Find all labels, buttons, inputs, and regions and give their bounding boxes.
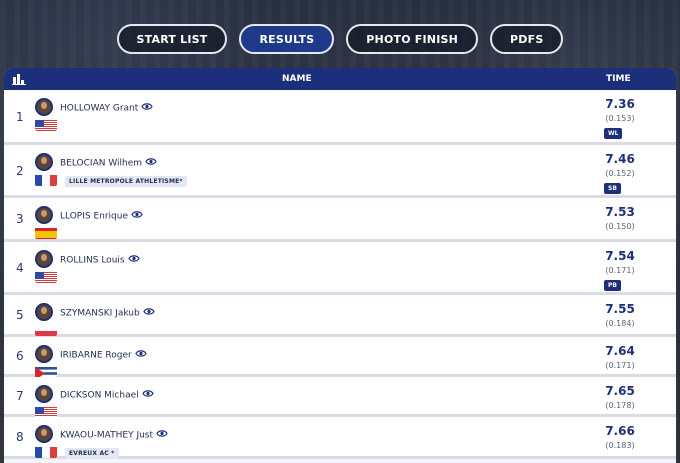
country-flag-icon (35, 323, 57, 336)
result-time: 7.54 (605, 249, 635, 263)
table-row[interactable]: 8 KWAOU-MATHEY Just EVREUX AC * 7.66 (0.183) (4, 417, 676, 459)
country-flag-icon (35, 173, 57, 186)
rank: 6 (16, 349, 24, 363)
reaction-time: (0.153) (605, 114, 635, 123)
athlete-avatar (35, 98, 53, 116)
athlete-name[interactable]: DICKSON Michael (60, 389, 154, 401)
athlete-name[interactable]: ROLLINS Louis (60, 254, 140, 266)
athlete-avatar (35, 425, 53, 443)
athlete-name[interactable]: BELOCIAN Wilhem (60, 157, 157, 169)
record-badge: WL (604, 128, 623, 139)
reaction-time: (0.152) (605, 169, 635, 178)
tab-photo-finish[interactable]: PHOTO FINISH (346, 24, 479, 54)
table-row[interactable]: 2 BELOCIAN Wilhem LILLE METROPOLE ATHLETIS… (4, 145, 676, 198)
country-flag-icon (35, 270, 57, 283)
athlete-avatar (35, 206, 53, 224)
rank: 5 (16, 308, 24, 322)
athlete-name-label: DICKSON Michael (60, 390, 139, 401)
eye-icon[interactable] (142, 307, 155, 319)
athlete-name[interactable]: SZYMANSKI Jakub (60, 307, 155, 319)
reaction-time: (0.184) (605, 319, 635, 328)
result-time: 7.65 (605, 384, 635, 398)
table-row[interactable]: 4 ROLLINS Louis 7.54 (0.171) PB (4, 242, 676, 295)
athlete-name-label: BELOCIAN Wilhem (60, 158, 143, 169)
table-row[interactable]: 7 DICKSON Michael 7.65 (0.178) (4, 377, 676, 418)
result-time: 7.46 (605, 152, 635, 166)
club-badge: LILLE METROPOLE ATHLETISME* (65, 176, 187, 187)
results-table: NAME TIME 1 HOLLOWAY Grant 7.36 (0.153) WL 2 B… (4, 68, 676, 463)
eye-icon[interactable] (127, 254, 140, 266)
column-header-name: NAME (282, 74, 312, 84)
rank: 2 (16, 164, 24, 178)
record-badge: PB (604, 280, 621, 291)
eye-icon[interactable] (141, 102, 153, 114)
athlete-name[interactable]: KWAOU-MATHEY Just (60, 429, 168, 441)
reaction-time: (0.183) (605, 441, 635, 450)
rank: 4 (16, 261, 24, 275)
athlete-name[interactable]: LLOPIS Enrique (60, 210, 143, 222)
reaction-time: (0.178) (605, 401, 635, 410)
athlete-name[interactable]: HOLLOWAY Grant (60, 102, 153, 114)
bar-chart-icon[interactable] (12, 73, 26, 88)
eye-icon[interactable] (145, 157, 157, 169)
athlete-name[interactable]: IRIBARNE Roger (60, 349, 147, 361)
reaction-time: (0.150) (605, 222, 635, 231)
result-time: 7.66 (605, 424, 635, 438)
rank: 3 (16, 212, 24, 226)
athlete-avatar (35, 303, 53, 321)
reaction-time: (0.171) (605, 266, 635, 275)
athlete-avatar (35, 153, 53, 171)
result-time: 7.53 (605, 205, 635, 219)
table-row[interactable]: 6 IRIBARNE Roger 7.64 (0.171) (4, 337, 676, 378)
result-time: 7.64 (605, 344, 635, 358)
athlete-name-label: IRIBARNE Roger (60, 350, 132, 361)
eye-icon[interactable] (141, 389, 154, 401)
athlete-name-label: KWAOU-MATHEY Just (60, 430, 154, 441)
rank: 7 (16, 389, 24, 403)
table-row[interactable]: 5 SZYMANSKI Jakub 7.55 (0.184) (4, 295, 676, 337)
result-time: 7.55 (605, 302, 635, 316)
rank: 8 (16, 430, 24, 444)
athlete-name-label: ROLLINS Louis (60, 255, 125, 266)
tab-results[interactable]: RESULTS (239, 24, 335, 54)
record-badge: SB (604, 183, 621, 194)
rank: 1 (16, 110, 24, 124)
table-row[interactable]: 3 LLOPIS Enrique 7.53 (0.150) (4, 198, 676, 242)
tab-start-list[interactable]: START LIST (116, 24, 228, 54)
table-row[interactable]: 1 HOLLOWAY Grant 7.36 (0.153) WL (4, 90, 676, 145)
result-time: 7.36 (605, 97, 635, 111)
athlete-name-label: HOLLOWAY Grant (60, 103, 139, 114)
reaction-time: (0.171) (605, 361, 635, 370)
table-header: NAME TIME (4, 68, 676, 90)
country-flag-icon (35, 118, 57, 131)
club-badge: EVREUX AC * (65, 448, 119, 459)
results-tabs: START LIST RESULTS PHOTO FINISH PDFS (0, 24, 680, 54)
athlete-avatar (35, 345, 53, 363)
eye-icon[interactable] (156, 429, 168, 441)
eye-icon[interactable] (131, 210, 143, 222)
column-header-time: TIME (606, 74, 631, 84)
country-flag-icon (35, 445, 57, 458)
athlete-avatar (35, 250, 53, 268)
eye-icon[interactable] (135, 349, 147, 361)
tab-pdfs[interactable]: PDFS (490, 24, 564, 54)
results-rows: 1 HOLLOWAY Grant 7.36 (0.153) WL 2 BELOCIAN Wi… (4, 90, 676, 459)
athlete-avatar (35, 385, 53, 403)
athlete-name-label: LLOPIS Enrique (60, 211, 128, 222)
athlete-name-label: SZYMANSKI Jakub (60, 308, 140, 319)
country-flag-icon (35, 226, 57, 239)
